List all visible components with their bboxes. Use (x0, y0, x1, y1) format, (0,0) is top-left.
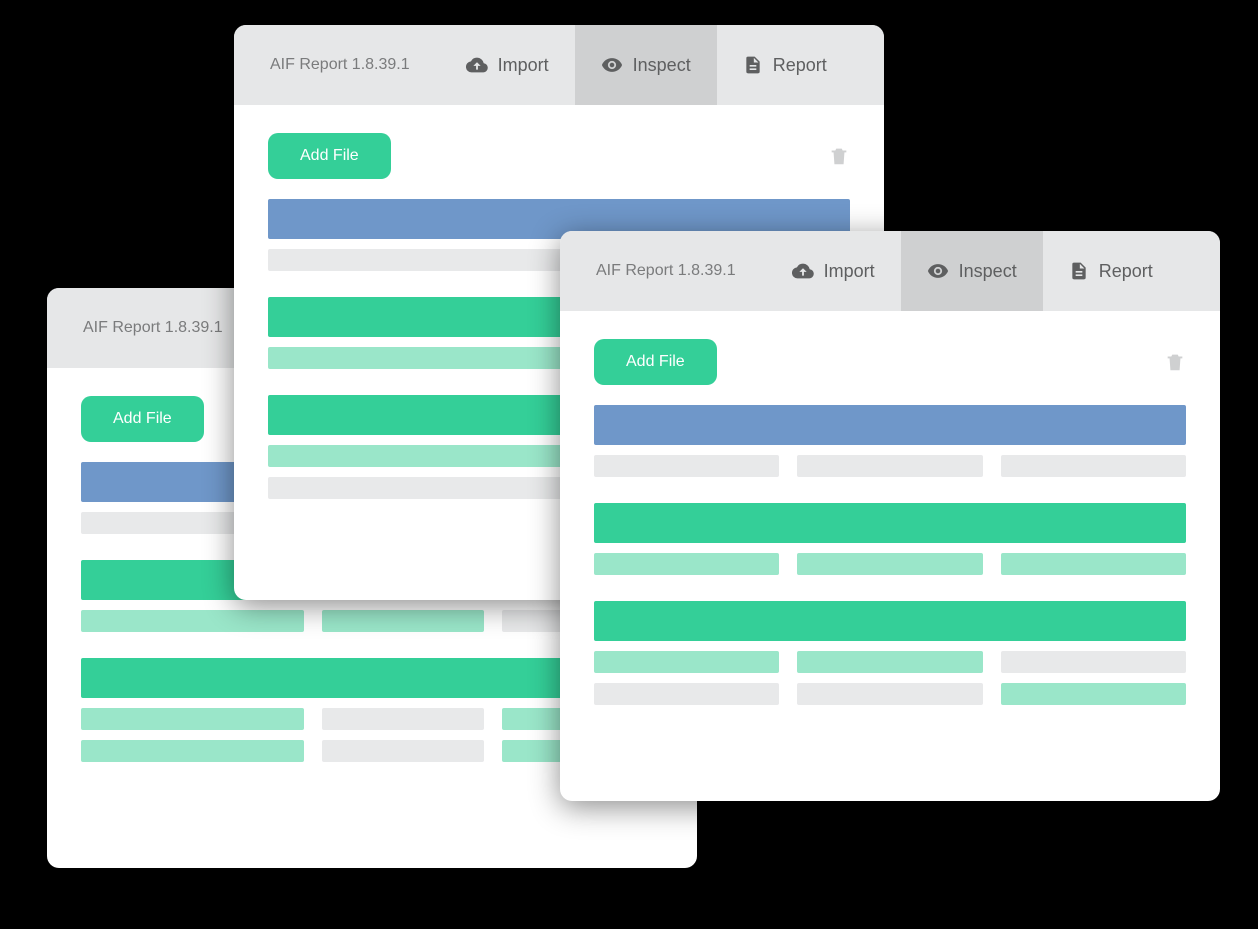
file-block-2 (594, 503, 1186, 575)
tab-inspect[interactable]: Inspect (575, 25, 717, 105)
tab-label: Import (498, 55, 549, 76)
file-header (594, 405, 1186, 445)
placeholder-cell (797, 683, 982, 705)
placeholder-cell (322, 610, 483, 632)
tab-label: Inspect (959, 261, 1017, 282)
aif-report-window-front: AIF Report 1.8.39.1 Import Inspect Repor… (560, 231, 1220, 801)
eye-icon (601, 54, 623, 76)
placeholder-cell (797, 553, 982, 575)
trash-icon[interactable] (828, 144, 850, 168)
placeholder-cell (797, 455, 982, 477)
file-header (594, 503, 1186, 543)
placeholder-cell (1001, 651, 1186, 673)
tab-label: Inspect (633, 55, 691, 76)
toolbar: AIF Report 1.8.39.1 Import Inspect Repor… (560, 231, 1220, 311)
tab-import[interactable]: Import (766, 231, 901, 311)
content-area: Add File (560, 311, 1220, 801)
placeholder-cell (594, 651, 779, 673)
document-icon (743, 54, 763, 76)
trash-icon[interactable] (1164, 350, 1186, 374)
placeholder-cell (81, 610, 304, 632)
placeholder-cell (594, 455, 779, 477)
placeholder-cell (594, 553, 779, 575)
add-file-button[interactable]: Add File (268, 133, 391, 179)
tab-label: Report (1099, 261, 1153, 282)
tab-import[interactable]: Import (440, 25, 575, 105)
placeholder-cell (1001, 553, 1186, 575)
app-title: AIF Report 1.8.39.1 (270, 56, 410, 74)
file-block-3 (594, 601, 1186, 705)
placeholder-cell (81, 708, 304, 730)
file-block-1 (594, 405, 1186, 477)
eye-icon (927, 260, 949, 282)
cloud-upload-icon (792, 260, 814, 282)
document-icon (1069, 260, 1089, 282)
cloud-upload-icon (466, 54, 488, 76)
placeholder-cell (322, 708, 483, 730)
toolbar: AIF Report 1.8.39.1 Import Inspect Repor… (234, 25, 884, 105)
placeholder-cell (81, 740, 304, 762)
app-title: AIF Report 1.8.39.1 (596, 262, 736, 280)
tab-label: Report (773, 55, 827, 76)
tab-inspect[interactable]: Inspect (901, 231, 1043, 311)
add-file-button[interactable]: Add File (81, 396, 204, 442)
placeholder-cell (594, 683, 779, 705)
placeholder-cell (322, 740, 483, 762)
file-header (594, 601, 1186, 641)
tab-label: Import (824, 261, 875, 282)
placeholder-cell (1001, 683, 1186, 705)
tab-report[interactable]: Report (1043, 231, 1179, 311)
placeholder-cell (1001, 455, 1186, 477)
add-file-button[interactable]: Add File (594, 339, 717, 385)
tab-report[interactable]: Report (717, 25, 853, 105)
placeholder-cell (797, 651, 982, 673)
